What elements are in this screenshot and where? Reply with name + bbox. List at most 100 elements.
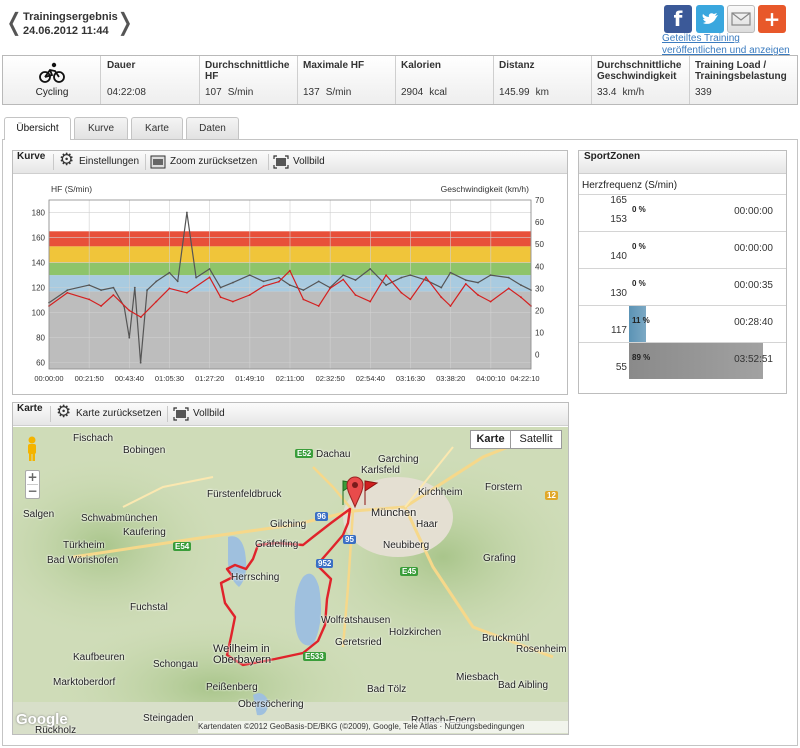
map-city-label: Bruckmühl: [482, 633, 530, 644]
heart-rate-point: [195, 276, 198, 279]
y2-tick-label: 20: [535, 306, 544, 315]
y2-tick-label: 70: [535, 196, 544, 205]
map-type-map-button[interactable]: Karte: [470, 430, 511, 449]
tab-3[interactable]: Daten: [186, 117, 239, 139]
fullscreen-button[interactable]: Vollbild: [273, 151, 333, 173]
map-fullscreen-button[interactable]: Vollbild: [173, 403, 233, 425]
map-city-label: Grafing: [483, 553, 516, 564]
summary-value: 33.4 km/h: [597, 87, 644, 98]
heart-rate-point: [425, 279, 427, 282]
curve-panel: Kurve ⚙ Einstellungen Zoom zurücksetzen …: [12, 150, 568, 395]
facebook-icon[interactable]: f: [664, 5, 692, 33]
x-tick-label: 03:38:20: [436, 374, 465, 383]
summary-cell: Maximale HF 137 S/min: [298, 56, 396, 104]
x-tick-label: 02:32:50: [316, 374, 345, 383]
zone-percent: 11 %: [632, 316, 650, 325]
y-axis-label: HF (S/min): [51, 184, 92, 194]
summary-number: 137: [303, 87, 320, 98]
speed-point: [219, 296, 222, 299]
curve-panel-title: Kurve: [17, 151, 46, 162]
speed-point: [489, 300, 492, 303]
summary-value: 145.99 km: [499, 87, 549, 98]
heart-rate-point: [409, 274, 412, 277]
heart-rate-point: [231, 281, 234, 284]
tab-1[interactable]: Kurve: [74, 117, 128, 139]
heart-rate-point: [302, 289, 305, 292]
street-view-pegman-icon[interactable]: [25, 436, 39, 462]
speed-point: [140, 316, 142, 318]
heart-rate-point: [128, 336, 131, 339]
sportzones-title: SportZonen: [584, 151, 641, 162]
map-reset-button[interactable]: ⚙ Karte zurücksetzen: [56, 403, 166, 425]
speed-point: [128, 309, 131, 312]
summary-cell: Durchschnittliche HF 107 S/min: [200, 56, 298, 104]
x-tick-label: 00:21:50: [75, 374, 104, 383]
speed-point: [208, 276, 211, 279]
hr-speed-chart[interactable]: 60 80 100 120 140 160 180 0 10 20 30 40 50 60 70 00:00:…: [13, 175, 567, 394]
twitter-icon[interactable]: [696, 5, 724, 33]
zoom-in-button[interactable]: +: [26, 471, 39, 484]
y2-tick-label: 30: [535, 284, 544, 293]
training-date: 24.06.2012 11:44: [23, 25, 109, 37]
zone-percent: 0 %: [632, 205, 646, 214]
zone-lower-bound: 55: [615, 362, 627, 373]
envelope-shape: [731, 12, 751, 26]
heart-rate-point: [112, 286, 115, 289]
share-training-link[interactable]: Geteiltes Training veröffentlichen und a…: [662, 33, 800, 57]
gear-icon: ⚙: [59, 150, 75, 170]
summary-value: 339: [695, 87, 718, 98]
speed-point: [262, 285, 265, 288]
next-training-arrow-icon[interactable]: ❭: [115, 9, 135, 35]
map-attribution[interactable]: Kartendaten ©2012 GeoBasis-DE/BKG (©2009…: [198, 721, 568, 733]
y-tick-label: 180: [32, 209, 46, 218]
tab-0[interactable]: Übersicht: [4, 117, 71, 140]
speed-point: [464, 283, 467, 285]
zoom-control: + −: [25, 470, 40, 499]
y-tick-label: 60: [36, 359, 45, 368]
road-shield: E533: [303, 652, 326, 661]
zone-percent: 0 %: [632, 279, 646, 288]
zoom-reset-button[interactable]: Zoom zurücksetzen: [150, 151, 268, 173]
map-city-label: Fuchstal: [130, 602, 168, 613]
heart-rate-point: [139, 361, 142, 364]
heart-rate-point: [400, 276, 403, 279]
page-header: ❬ Trainingsergebnis 24.06.2012 11:44 ❭ f…: [0, 0, 800, 57]
y-tick-label: 140: [32, 259, 46, 268]
speed-point: [507, 287, 510, 290]
zone-lower-bound: 140: [610, 251, 627, 262]
route-map[interactable]: Fischach Bobingen Dachau Karlsfeld Garching S…: [13, 427, 568, 734]
training-summary-bar: Cycling Dauer 04:22:08 Durchschnittliche H…: [2, 55, 798, 105]
summary-label: Kalorien: [401, 60, 442, 71]
zone-lower-bound: 130: [610, 288, 627, 299]
zoom-out-button[interactable]: −: [26, 485, 39, 498]
location-marker-icon[interactable]: [346, 475, 364, 509]
summary-label: Durchschnittliche HF: [205, 60, 290, 82]
speed-point: [88, 298, 91, 301]
previous-training-arrow-icon[interactable]: ❬: [4, 9, 24, 35]
map-city-label: Steingaden: [143, 713, 194, 724]
y2-axis-label: Geschwindigkeit (km/h): [441, 184, 530, 194]
map-type-satellite-button[interactable]: Satellit: [510, 430, 562, 449]
email-icon[interactable]: [727, 5, 755, 33]
zone-row: 130 0 % 00:00:35: [579, 268, 786, 305]
speed-point: [317, 305, 320, 307]
map-city-label: Geretsried: [335, 637, 382, 648]
map-city-label: Holzkirchen: [389, 627, 442, 638]
speed-point: [385, 274, 388, 277]
map-city-label: Peißenberg: [206, 682, 258, 693]
add-icon[interactable]: +: [758, 5, 786, 33]
tab-2[interactable]: Karte: [131, 117, 183, 139]
map-city-label: Bad Tölz: [367, 684, 407, 695]
gear-icon: ⚙: [56, 402, 72, 422]
summary-label: Durchschnittliche Geschwindigkeit: [597, 60, 682, 82]
heart-rate-point: [88, 284, 91, 287]
heart-rate-point: [385, 284, 388, 287]
zone-time: 00:00:00: [734, 243, 773, 254]
zone-row: 165 153 0 % 00:00:00: [579, 194, 786, 231]
google-logo: Google: [16, 711, 68, 728]
heart-rate-point: [262, 280, 265, 283]
zone-upper-bound: 165: [610, 195, 627, 206]
settings-button[interactable]: ⚙ Einstellungen: [59, 151, 145, 173]
sportzones-toolbar: SportZonen: [579, 151, 786, 174]
zone-time: 00:28:40: [734, 317, 773, 328]
